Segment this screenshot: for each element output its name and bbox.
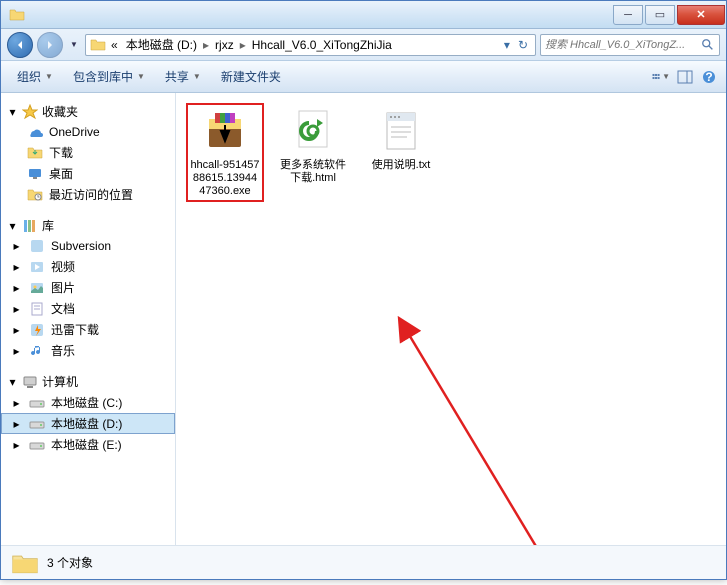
- sidebar-item-thunder[interactable]: ▸迅雷下载: [1, 319, 175, 340]
- drive-icon: [29, 437, 45, 453]
- search-input[interactable]: [545, 39, 697, 51]
- library-icon: [22, 218, 38, 234]
- libraries-group: ▾ 库 ▸Subversion ▸视频 ▸图片 ▸文档 ▸迅雷下载 ▸音乐: [1, 215, 175, 361]
- forward-button[interactable]: [37, 32, 63, 58]
- chevron-right-icon: ▸: [239, 38, 247, 52]
- explorer-window: ─ ▭ ✕ ▼ « 本地磁盘 (D:) ▸ rjxz ▸ Hhcall_V6.0…: [0, 0, 727, 580]
- sidebar-item-pictures[interactable]: ▸图片: [1, 277, 175, 298]
- search-box[interactable]: [540, 34, 720, 56]
- refresh-button[interactable]: ↻: [515, 38, 531, 52]
- status-text: 3 个对象: [47, 554, 93, 571]
- expand-icon[interactable]: ▸: [11, 418, 22, 429]
- sidebar-item-documents[interactable]: ▸文档: [1, 298, 175, 319]
- expand-icon[interactable]: ▸: [11, 303, 22, 314]
- sidebar-item-drive-d[interactable]: ▸本地磁盘 (D:): [1, 413, 175, 434]
- video-icon: [29, 259, 45, 275]
- expand-icon[interactable]: ▸: [11, 397, 22, 408]
- sidebar-item-subversion[interactable]: ▸Subversion: [1, 236, 175, 256]
- svn-icon: [29, 238, 45, 254]
- collapse-icon[interactable]: ▾: [7, 220, 18, 231]
- expand-icon[interactable]: ▸: [11, 282, 22, 293]
- preview-pane-button[interactable]: [676, 68, 694, 86]
- sidebar-item-recent[interactable]: 最近访问的位置: [1, 184, 175, 205]
- expand-icon[interactable]: ▸: [11, 261, 22, 272]
- organize-button[interactable]: 组织▼: [9, 64, 61, 89]
- libraries-header[interactable]: ▾ 库: [1, 215, 175, 236]
- annotation-arrow: [398, 323, 598, 545]
- toolbar: 组织▼ 包含到库中▼ 共享▼ 新建文件夹 ▼ ?: [1, 61, 726, 93]
- breadcrumb-overflow[interactable]: «: [108, 38, 121, 52]
- nav-history-dropdown[interactable]: ▼: [67, 32, 81, 58]
- sidebar-item-drive-e[interactable]: ▸本地磁盘 (E:): [1, 434, 175, 455]
- chevron-right-icon: ▸: [202, 38, 210, 52]
- star-icon: [22, 104, 38, 120]
- sidebar-item-music[interactable]: ▸音乐: [1, 340, 175, 361]
- sidebar-item-desktop[interactable]: 桌面: [1, 163, 175, 184]
- new-folder-button[interactable]: 新建文件夹: [213, 64, 289, 89]
- help-button[interactable]: ?: [700, 68, 718, 86]
- recent-icon: [27, 187, 43, 203]
- sidebar-item-videos[interactable]: ▸视频: [1, 256, 175, 277]
- file-name-label: 更多系统软件下载.html: [278, 159, 348, 185]
- address-bar: ▼ « 本地磁盘 (D:) ▸ rjxz ▸ Hhcall_V6.0_XiTon…: [1, 29, 726, 61]
- back-button[interactable]: [7, 32, 33, 58]
- download-icon: [27, 145, 43, 161]
- titlebar[interactable]: ─ ▭ ✕: [1, 1, 726, 29]
- breadcrumb-item[interactable]: 本地磁盘 (D:): [123, 36, 200, 53]
- maximize-button[interactable]: ▭: [645, 5, 675, 25]
- status-bar: 3 个对象: [1, 545, 726, 579]
- expand-icon[interactable]: ▸: [11, 324, 22, 335]
- search-icon: [701, 38, 715, 52]
- file-name-label: hhcall-95145788615.1394447360.exe: [190, 159, 260, 198]
- cloud-icon: [27, 124, 43, 140]
- file-name-label: 使用说明.txt: [372, 159, 431, 172]
- folder-icon: [90, 37, 106, 53]
- folder-icon: [9, 7, 25, 23]
- computer-group: ▾ 计算机 ▸本地磁盘 (C:) ▸本地磁盘 (D:) ▸本地磁盘 (E:): [1, 371, 175, 455]
- breadcrumb[interactable]: « 本地磁盘 (D:) ▸ rjxz ▸ Hhcall_V6.0_XiTongZ…: [85, 34, 536, 56]
- computer-header[interactable]: ▾ 计算机: [1, 371, 175, 392]
- file-item-txt[interactable]: 使用说明.txt: [362, 103, 440, 202]
- favorites-header[interactable]: ▾ 收藏夹: [1, 101, 175, 122]
- explorer-body: ▾ 收藏夹 OneDrive 下载 桌面 最近访问的位置 ▾ 库 ▸Subver…: [1, 93, 726, 545]
- html-icon: [289, 107, 337, 155]
- favorites-group: ▾ 收藏夹 OneDrive 下载 桌面 最近访问的位置: [1, 101, 175, 205]
- collapse-icon[interactable]: ▾: [7, 376, 18, 387]
- window-controls: ─ ▭ ✕: [612, 5, 726, 25]
- file-list[interactable]: hhcall-95145788615.1394447360.exe 更多系统软件…: [176, 93, 726, 545]
- drive-icon: [29, 416, 45, 432]
- sidebar-item-onedrive[interactable]: OneDrive: [1, 122, 175, 142]
- file-item-html[interactable]: 更多系统软件下载.html: [274, 103, 352, 202]
- desktop-icon: [27, 166, 43, 182]
- close-button[interactable]: ✕: [677, 5, 725, 25]
- breadcrumb-item[interactable]: rjxz: [212, 38, 237, 52]
- file-item-exe[interactable]: hhcall-95145788615.1394447360.exe: [186, 103, 264, 202]
- folder-icon: [11, 549, 39, 577]
- share-button[interactable]: 共享▼: [157, 64, 209, 89]
- address-dropdown[interactable]: ▾: [501, 38, 513, 52]
- music-icon: [29, 343, 45, 359]
- expand-icon[interactable]: ▸: [11, 439, 22, 450]
- thunder-icon: [29, 322, 45, 338]
- minimize-button[interactable]: ─: [613, 5, 643, 25]
- breadcrumb-item[interactable]: Hhcall_V6.0_XiTongZhiJia: [249, 38, 395, 52]
- include-in-library-button[interactable]: 包含到库中▼: [65, 64, 153, 89]
- expand-icon[interactable]: ▸: [11, 345, 22, 356]
- sidebar-item-drive-c[interactable]: ▸本地磁盘 (C:): [1, 392, 175, 413]
- docs-icon: [29, 301, 45, 317]
- sidebar-item-downloads[interactable]: 下载: [1, 142, 175, 163]
- navigation-pane: ▾ 收藏夹 OneDrive 下载 桌面 最近访问的位置 ▾ 库 ▸Subver…: [1, 93, 176, 545]
- expand-icon[interactable]: ▸: [11, 241, 22, 252]
- computer-icon: [22, 374, 38, 390]
- collapse-icon[interactable]: ▾: [7, 106, 18, 117]
- svg-text:?: ?: [705, 70, 712, 84]
- view-options-button[interactable]: ▼: [652, 68, 670, 86]
- txt-icon: [377, 107, 425, 155]
- pictures-icon: [29, 280, 45, 296]
- drive-icon: [29, 395, 45, 411]
- archive-icon: [201, 107, 249, 155]
